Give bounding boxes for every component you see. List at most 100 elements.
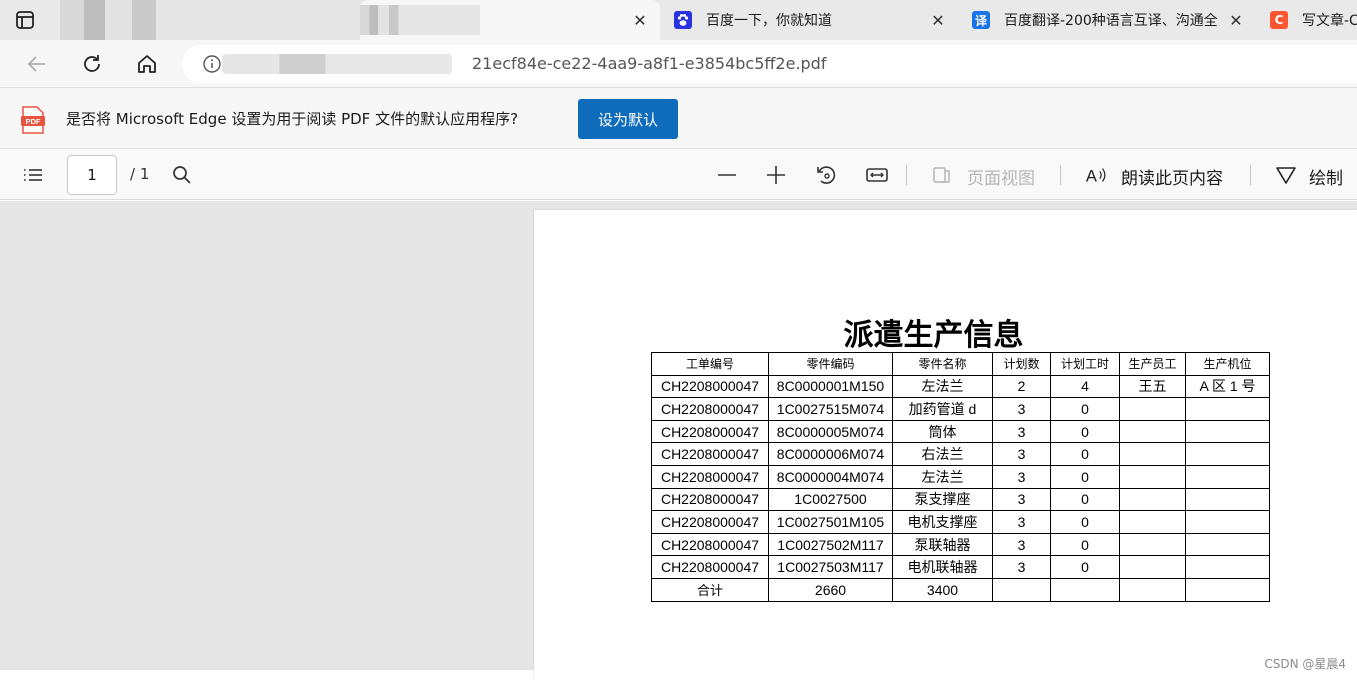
site-info-icon[interactable] [202, 54, 222, 78]
table-cell: 8C0000004M074 [768, 464, 893, 489]
table-cell: 0 [1050, 532, 1120, 557]
draw-label[interactable]: 绘制 [1309, 164, 1343, 189]
column-header: 生产机位 [1185, 352, 1270, 376]
close-icon[interactable]: ✕ [628, 11, 652, 30]
table-cell [1185, 419, 1270, 444]
table-cell: 0 [1050, 464, 1120, 489]
table-cell [1185, 555, 1270, 579]
tab-title: 写文章-C [1302, 13, 1357, 29]
url-field[interactable]: 21ecf84e-ce22-4aa9-a8f1-e3854bc5ff2e.pdf [182, 45, 1357, 83]
address-bar: 21ecf84e-ce22-4aa9-a8f1-e3854bc5ff2e.pdf [0, 40, 1357, 88]
table-cell: 泵联轴器 [892, 532, 993, 557]
table-cell: 左法兰 [892, 464, 993, 489]
table-cell: 2660 [768, 577, 893, 602]
close-icon[interactable]: ✕ [926, 11, 950, 30]
table-cell: CH2208000047 [651, 555, 769, 579]
tab-active-pdf[interactable]: ✕ [360, 0, 660, 40]
table-cell: CH2208000047 [651, 487, 769, 512]
page-number-input[interactable]: 1 [67, 155, 117, 195]
table-cell [1185, 577, 1270, 602]
tab-baidu[interactable]: 百度一下，你就知道 ✕ [662, 0, 958, 40]
table-cell: 电机联轴器 [892, 555, 993, 579]
contents-list-icon[interactable] [21, 163, 45, 187]
table-cell: 3 [992, 464, 1051, 489]
table-cell: 筒体 [892, 419, 993, 444]
table-cell: A 区 1 号 [1185, 374, 1270, 399]
search-icon[interactable] [170, 163, 194, 187]
table-cell [1185, 487, 1270, 512]
rotate-icon[interactable] [814, 163, 838, 187]
tab-blurred-1[interactable] [60, 0, 360, 40]
table-cell: 3 [992, 510, 1051, 534]
toolbar-divider [1250, 165, 1251, 185]
read-aloud-icon[interactable]: A [1085, 163, 1109, 187]
table-cell [1119, 577, 1186, 602]
table-cell: 右法兰 [892, 442, 993, 466]
page-total: / 1 [130, 165, 150, 183]
table-cell: 1C0027503M117 [768, 555, 893, 579]
table-cell: 1C0027501M105 [768, 510, 893, 534]
baidu-paw-icon [674, 11, 692, 29]
zoom-in-icon[interactable] [764, 163, 788, 187]
tab-title-blurred [360, 5, 480, 35]
table-cell: 3 [992, 397, 1051, 421]
table-cell: CH2208000047 [651, 374, 769, 399]
column-header: 工单编号 [651, 352, 769, 376]
table-row: CH2208000047 1C0027515M074 加药管道 d30 [651, 397, 1270, 421]
table-cell: CH2208000047 [651, 442, 769, 466]
table-cell [1119, 532, 1186, 557]
table-cell: 合计 [651, 577, 769, 602]
table-cell: 3 [992, 555, 1051, 579]
table-cell: 3 [992, 532, 1051, 557]
draw-icon[interactable] [1274, 163, 1298, 187]
fit-width-icon[interactable] [865, 163, 889, 187]
table-row: CH2208000047 1C0027502M117 泵联轴器 3 0 [651, 532, 1270, 557]
home-icon[interactable] [133, 50, 161, 78]
table-cell: CH2208000047 [651, 419, 769, 444]
total-row: 合计 2660 3400 [651, 577, 1270, 602]
table-cell: 1C0027500 [768, 487, 893, 512]
table-cell [1119, 442, 1186, 466]
column-header: 计划数 [992, 352, 1051, 376]
tab-title: 百度翻译-200种语言互译、沟通全 [1004, 13, 1218, 29]
table-cell: 泵支撑座 [892, 487, 993, 512]
refresh-icon[interactable] [78, 50, 106, 78]
tab-translate[interactable]: 译 百度翻译-200种语言互译、沟通全 ✕ [960, 0, 1256, 40]
tab-actions-icon[interactable] [14, 9, 36, 31]
table-cell: CH2208000047 [651, 464, 769, 489]
svg-text:A: A [1086, 166, 1098, 185]
table-cell: CH2208000047 [651, 397, 769, 421]
table-cell [1119, 510, 1186, 534]
table-cell: 电机支撑座 [892, 510, 993, 534]
table-cell [1119, 419, 1186, 444]
document-title-wrapper: 派遣生产信息 [534, 310, 1357, 354]
table-cell [1119, 555, 1186, 579]
toolbar-divider [906, 165, 907, 185]
watermark: CSDN @星晨4 [1264, 657, 1346, 671]
table-cell [992, 577, 1051, 602]
table-row: CH2208000047 1C0027501M105 电机支撑座 3 0 [651, 510, 1270, 534]
table-cell: 3400 [892, 577, 993, 602]
read-aloud-label[interactable]: 朗读此页内容 [1121, 164, 1223, 189]
table-cell: 0 [1050, 442, 1120, 466]
pdf-toolbar: 1 / 1 页面视图 A 朗读此页内容 绘制 [0, 150, 1357, 200]
pdf-page: 派遣生产信息 工单编号 零件编码 零件名称 计划数 计划工时 生产员工 生产机位… [534, 210, 1357, 680]
table-cell [1119, 487, 1186, 512]
pdf-viewer: 派遣生产信息 工单编号 零件编码 零件名称 计划数 计划工时 生产员工 生产机位… [0, 201, 1357, 680]
close-icon[interactable]: ✕ [1224, 11, 1248, 30]
dispatch-table: 工单编号 零件编码 零件名称 计划数 计划工时 生产员工 生产机位 CH2208… [651, 352, 1270, 602]
table-row: CH2208000047 8C0000001M150 左法兰 2 4 王五 A 区 1 号 [651, 374, 1270, 399]
table-cell: 0 [1050, 555, 1120, 579]
table-cell: 左法兰 [892, 374, 993, 399]
translate-icon: 译 [972, 11, 990, 29]
table-cell: 0 [1050, 397, 1120, 421]
set-default-button[interactable]: 设为默认 [578, 99, 678, 139]
table-body: CH2208000047 8C0000001M150 左法兰 2 4 王五 A 区 1 号C… [651, 374, 1270, 602]
table-cell: 4 [1050, 374, 1120, 399]
table-cell [1119, 464, 1186, 489]
back-icon[interactable] [23, 50, 51, 78]
table-cell [1185, 442, 1270, 466]
tab-csdn[interactable]: C 写文章-C [1258, 0, 1357, 40]
table-cell: CH2208000047 [651, 510, 769, 534]
zoom-out-icon[interactable] [715, 163, 739, 187]
